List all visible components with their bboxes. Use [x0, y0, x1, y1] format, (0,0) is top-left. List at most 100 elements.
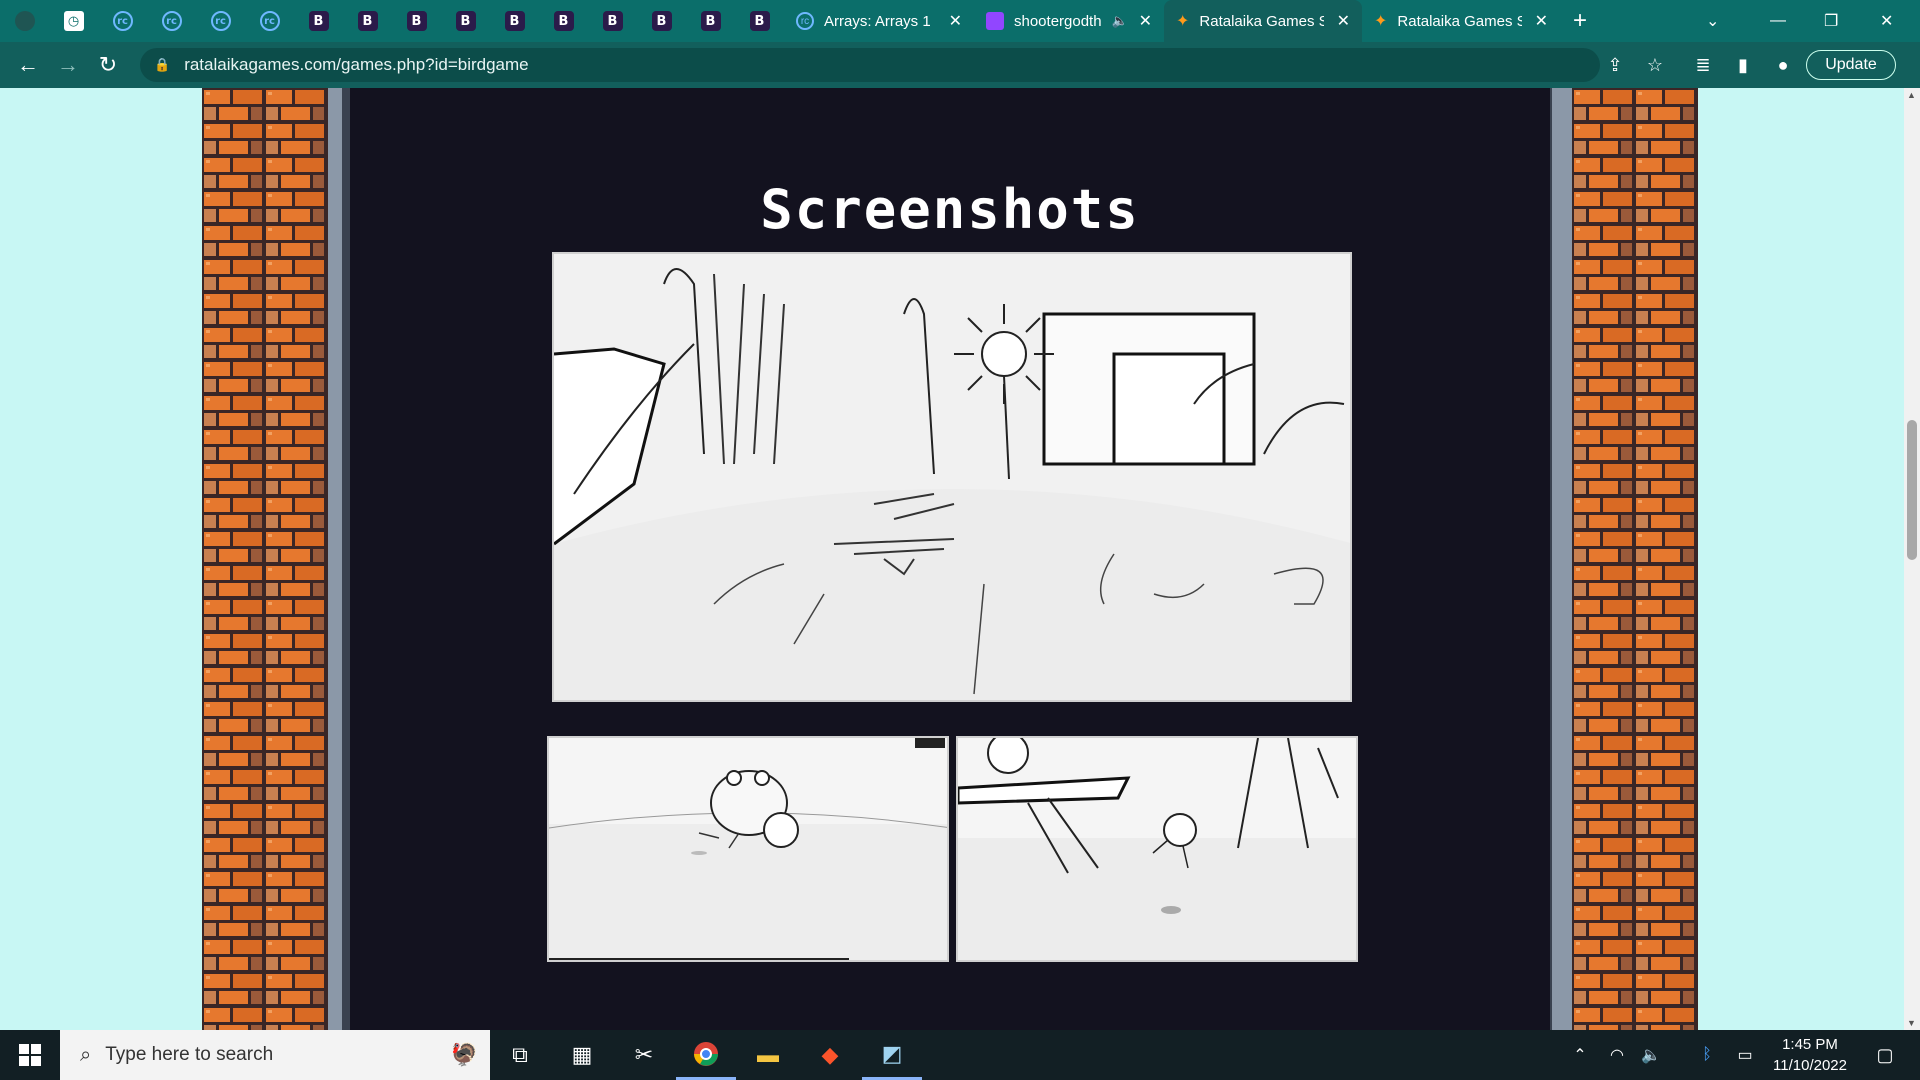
tab-b-3[interactable]: B	[392, 0, 441, 42]
star-icon[interactable]: ☆	[1640, 42, 1670, 88]
volume-icon[interactable]: 🔈	[1634, 1030, 1668, 1080]
side-panel-icon[interactable]: ▮	[1728, 42, 1758, 88]
tab-rc-2[interactable]: rc	[147, 0, 196, 42]
chrome-icon[interactable]	[676, 1030, 736, 1080]
close-window-icon[interactable]: ✕	[1880, 0, 1910, 42]
rc-icon: rc	[210, 11, 231, 31]
system-clock[interactable]: 1:45 PM 11/10/2022	[1770, 1034, 1850, 1076]
tab-b-9[interactable]: B	[686, 0, 735, 42]
media-queue-icon[interactable]: ≣	[1688, 42, 1718, 88]
battery-icon[interactable]: ▭	[1728, 1030, 1762, 1080]
update-label: Update	[1825, 56, 1877, 73]
brick-pattern-left	[202, 88, 328, 1030]
url-text: ratalaikagames.com/games.php?id=birdgame	[184, 55, 529, 74]
bug-scene-image	[958, 738, 1356, 960]
tab-rc-3[interactable]: rc	[196, 0, 245, 42]
tab-b-6[interactable]: B	[539, 0, 588, 42]
close-icon[interactable]: ✕	[1337, 11, 1350, 31]
page-scrollbar[interactable]: ▲ ▼	[1904, 88, 1920, 1030]
file-explorer-icon[interactable]: ▬	[738, 1030, 798, 1080]
speaker-icon[interactable]: 🔈	[1112, 13, 1128, 29]
b-icon: B	[700, 11, 721, 31]
tab-pinned-dark[interactable]	[0, 0, 49, 42]
tab-ratalaika-active[interactable]: ✦ Ratalaika Games S ✕	[1164, 0, 1362, 42]
holiday-illustration-icon: 🦃	[450, 1042, 478, 1067]
section-title: Screenshots	[760, 178, 1140, 241]
b-icon: B	[553, 11, 574, 31]
garden-scene-image	[554, 254, 1350, 700]
tab-b-10[interactable]: B	[735, 0, 784, 42]
rc-icon: rc	[259, 11, 280, 31]
reload-icon[interactable]: ↻	[88, 42, 128, 88]
tab-b-1[interactable]: B	[294, 0, 343, 42]
rc-icon: rc	[161, 11, 182, 31]
b-icon: B	[357, 11, 378, 31]
tab-label: shootergodth	[1014, 12, 1102, 30]
rc-icon: rc	[796, 12, 814, 30]
notepad-app-icon[interactable]: ◩	[862, 1030, 922, 1080]
page-viewport: Screenshots	[0, 88, 1920, 1030]
update-button[interactable]: Update	[1806, 50, 1896, 80]
tab-strip: ◷ rc rc rc rc B B B B B B B B B B rc Arr…	[0, 0, 1920, 42]
clock-time: 1:45 PM	[1782, 1036, 1838, 1053]
game-content-panel: Screenshots	[350, 88, 1550, 1030]
dark-app-icon	[14, 11, 35, 31]
frog-scene-image	[549, 738, 947, 960]
back-icon[interactable]: ←	[8, 42, 48, 88]
tab-b-5[interactable]: B	[490, 0, 539, 42]
windows-taskbar: ⌕ Type here to search 🦃 ⧉ ▦ ✂ ▬ ◆ ◩ ⌃ ◠ …	[0, 1030, 1920, 1080]
tab-pinned-white[interactable]: ◷	[49, 0, 98, 42]
tab-b-7[interactable]: B	[588, 0, 637, 42]
white-square-icon: ◷	[63, 11, 84, 31]
tab-b-8[interactable]: B	[637, 0, 686, 42]
tab-ratalaika[interactable]: ✦ Ratalaika Games S ✕	[1362, 0, 1560, 42]
forward-icon[interactable]: →	[48, 42, 88, 88]
b-icon: B	[504, 11, 525, 31]
bluetooth-icon[interactable]: ᛒ	[1690, 1030, 1724, 1080]
close-icon[interactable]: ✕	[949, 11, 962, 31]
b-icon: B	[455, 11, 476, 31]
restore-icon[interactable]: ❐	[1824, 0, 1854, 42]
rc-icon: rc	[112, 11, 133, 31]
scrollbar-thumb[interactable]	[1907, 420, 1917, 560]
close-icon[interactable]: ✕	[1139, 11, 1152, 31]
tab-b-4[interactable]: B	[441, 0, 490, 42]
calculator-icon[interactable]: ▦	[552, 1030, 612, 1080]
bird-icon: ✦	[1176, 13, 1190, 30]
share-icon[interactable]: ⇪	[1600, 42, 1630, 88]
b-icon: B	[308, 11, 329, 31]
tab-b-2[interactable]: B	[343, 0, 392, 42]
task-view-icon[interactable]: ⧉	[490, 1030, 550, 1080]
tab-search-chevron-icon[interactable]: ⌄	[1706, 0, 1736, 42]
brick-wall-right	[1572, 88, 1698, 1030]
scroll-up-icon[interactable]: ▲	[1907, 90, 1916, 100]
address-bar[interactable]: 🔒 ratalaikagames.com/games.php?id=birdga…	[140, 48, 1600, 82]
scroll-down-icon[interactable]: ▼	[1907, 1018, 1916, 1028]
minimize-icon[interactable]: —	[1770, 0, 1800, 42]
search-icon: ⌕	[80, 1043, 92, 1066]
start-button[interactable]	[0, 1030, 60, 1080]
tab-rc-4[interactable]: rc	[245, 0, 294, 42]
tab-label: Arrays: Arrays 1	[824, 12, 931, 30]
screenshot-bug[interactable]	[956, 736, 1358, 962]
profile-icon[interactable]: ●	[1768, 42, 1798, 88]
notification-icon[interactable]: ▢	[1860, 1030, 1910, 1080]
pillar-shade-right	[1552, 88, 1572, 1030]
screenshot-main[interactable]	[552, 252, 1352, 702]
tab-rc-1[interactable]: rc	[98, 0, 147, 42]
taskbar-search-input[interactable]: ⌕ Type here to search 🦃	[60, 1030, 490, 1080]
pillar-edge-left	[342, 88, 350, 1030]
close-icon[interactable]: ✕	[1535, 11, 1548, 31]
wifi-icon[interactable]: ◠	[1600, 1030, 1634, 1080]
b-icon: B	[749, 11, 770, 31]
brave-icon[interactable]: ◆	[800, 1030, 860, 1080]
new-tab-button[interactable]: +	[1560, 7, 1600, 35]
windows-logo-icon	[19, 1044, 41, 1066]
tab-arrays[interactable]: rc Arrays: Arrays 1 ✕	[784, 0, 974, 42]
bird-icon: ✦	[1374, 13, 1388, 30]
b-icon: B	[406, 11, 427, 31]
chevron-up-icon[interactable]: ⌃	[1560, 1030, 1600, 1080]
snipping-tool-icon[interactable]: ✂	[614, 1030, 674, 1080]
screenshot-frog[interactable]	[547, 736, 949, 962]
tab-twitch[interactable]: shootergodth 🔈 ✕	[974, 0, 1164, 42]
